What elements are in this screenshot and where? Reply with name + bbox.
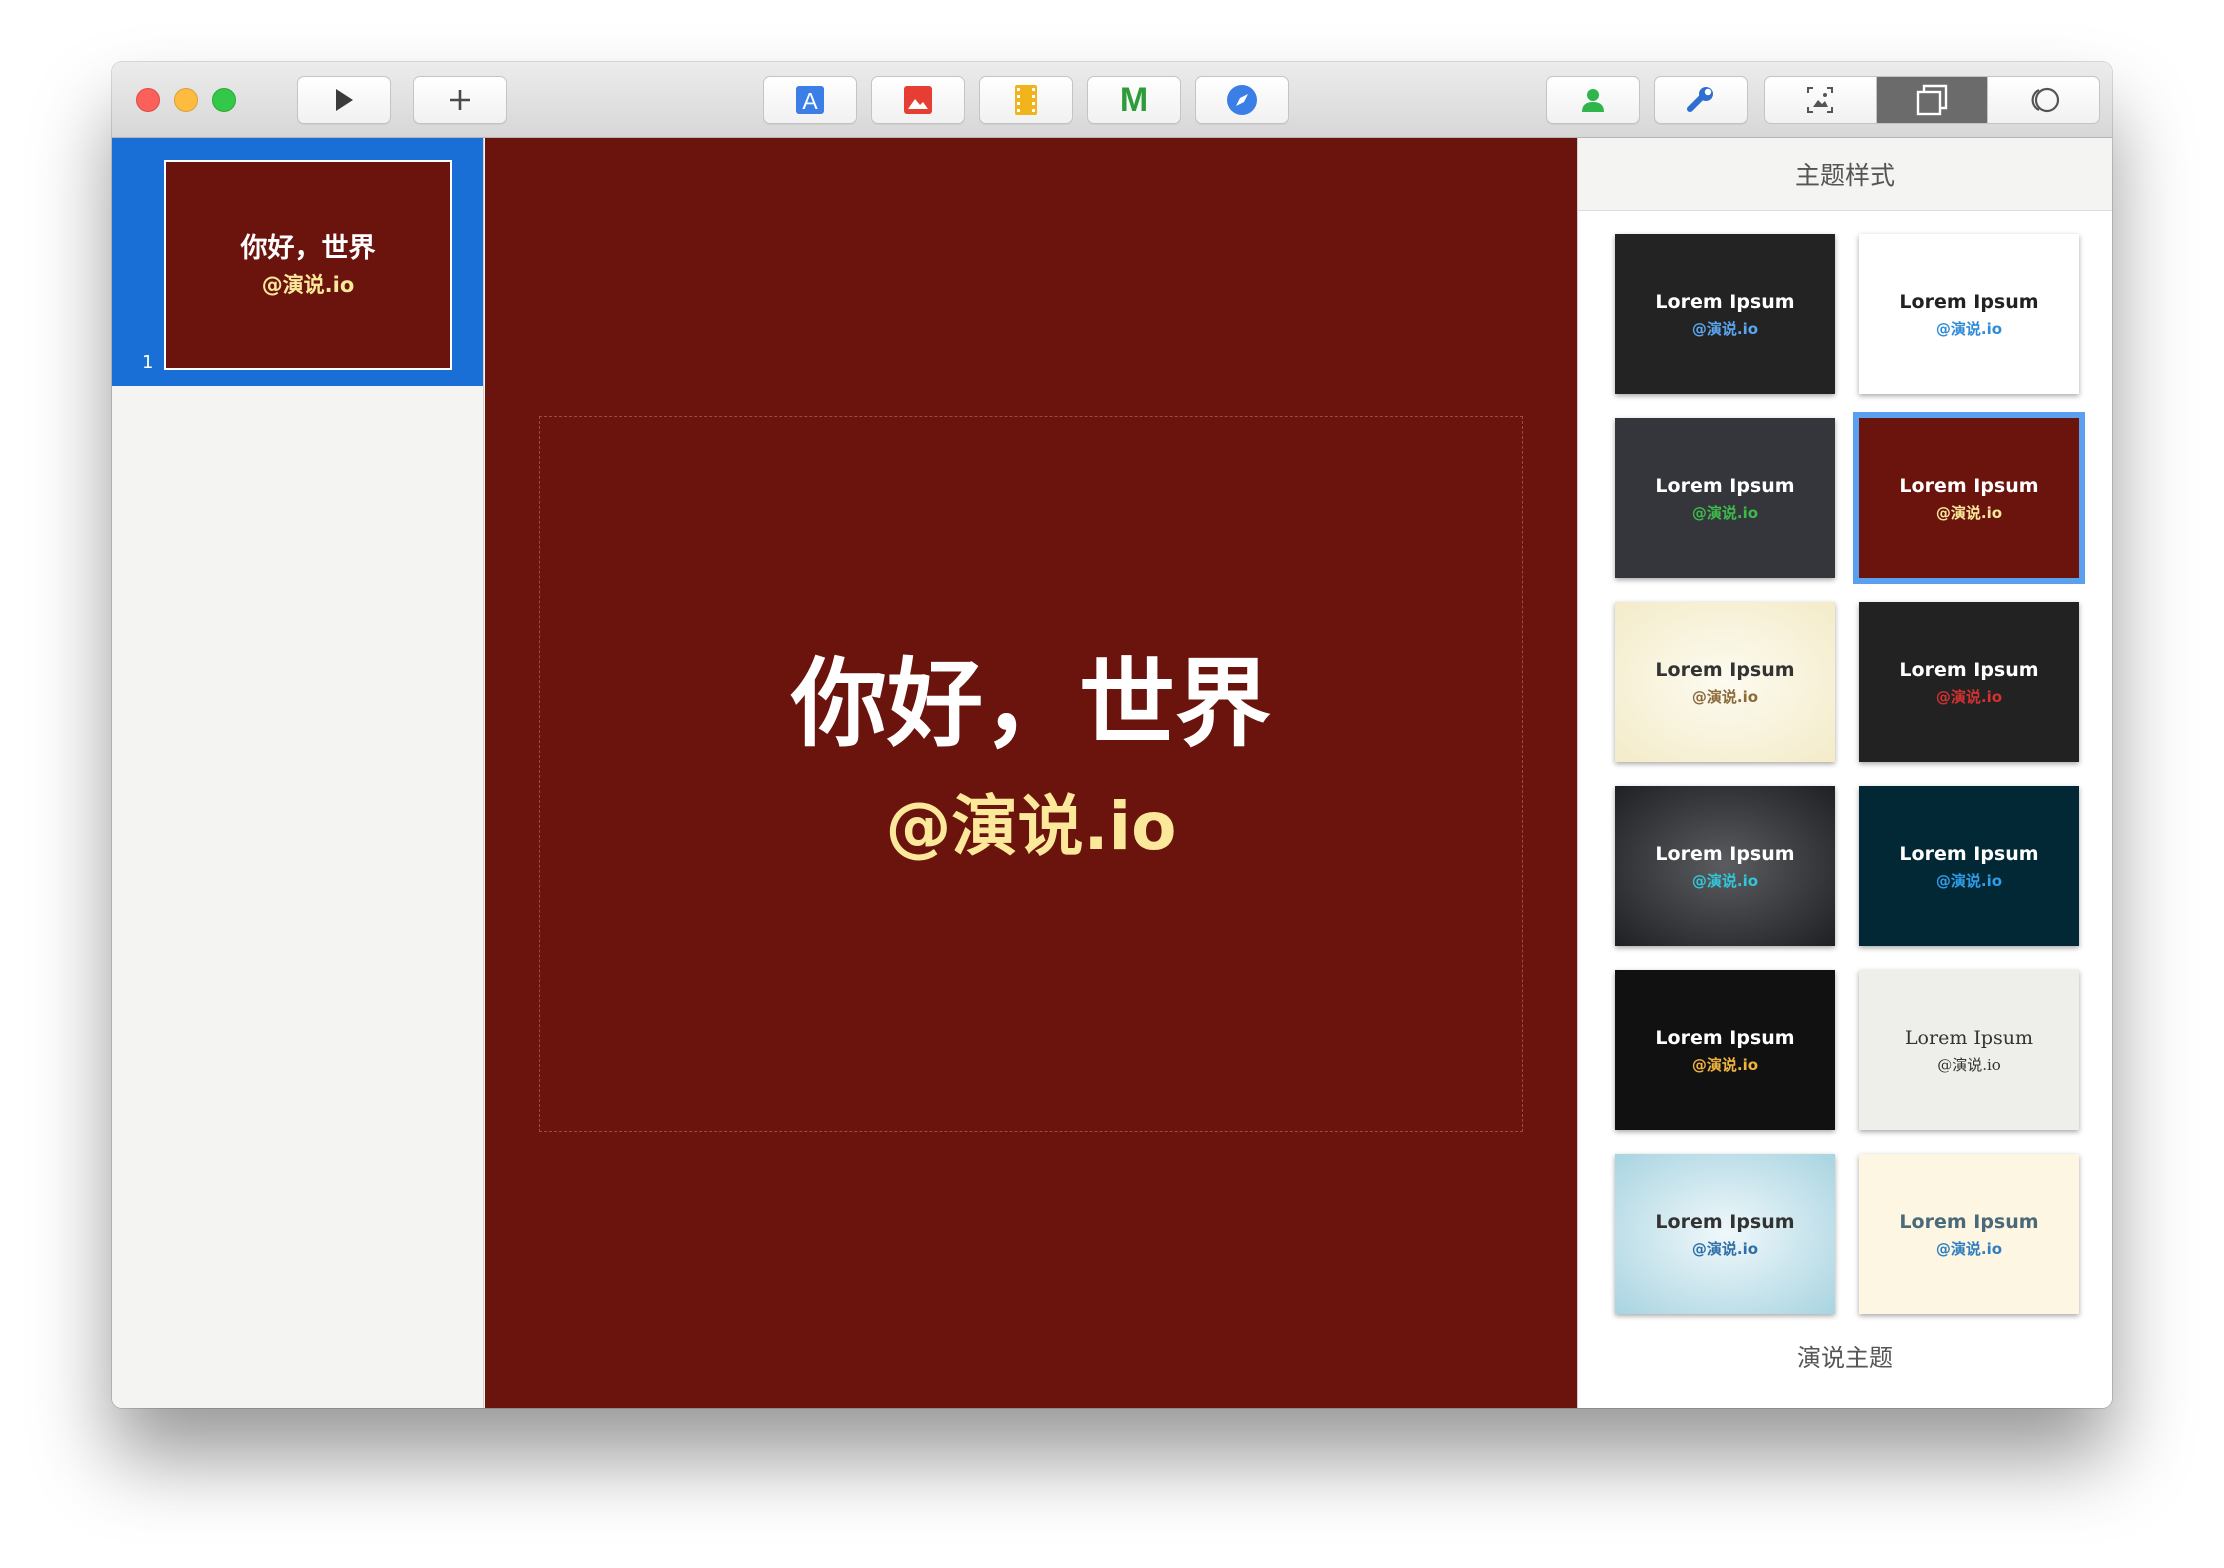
compass-icon <box>1227 85 1257 115</box>
preview-icon <box>1807 87 1834 113</box>
theme-option-subtitle: @演说.io <box>1691 504 1759 523</box>
play-button[interactable] <box>297 76 391 124</box>
theme-option-title: Lorem Ipsum <box>1655 1026 1795 1049</box>
panel-title: 主题样式 <box>1578 138 2112 211</box>
slide-list-item[interactable]: 1 你好，世界 @演说.io <box>112 138 483 386</box>
theme-option[interactable]: Lorem Ipsum @演说.io <box>1859 970 2079 1130</box>
theme-option[interactable]: Lorem Ipsum @演说.io <box>1615 1154 1835 1314</box>
toolbar: A M <box>112 62 2112 138</box>
view-switcher <box>1764 76 2100 124</box>
theme-option-subtitle: @演说.io <box>1691 872 1759 891</box>
text-icon-glyph: A <box>802 88 818 114</box>
theme-option[interactable]: Lorem Ipsum @演说.io <box>1859 602 2079 762</box>
text-icon: A <box>796 86 824 114</box>
slide-text-box[interactable]: 你好，世界 @演说.io <box>539 416 1523 1132</box>
app-window: A M 1 你好，世界 @演说.io 你好，世界 @演说.io 主题样式 Lor… <box>112 62 2112 1408</box>
slide-navigator: 1 你好，世界 @演说.io <box>112 138 484 1408</box>
theme-option-title: Lorem Ipsum <box>1655 658 1795 681</box>
account-button[interactable] <box>1546 76 1640 124</box>
theme-option-subtitle: @演说.io <box>1691 1056 1759 1075</box>
person-icon <box>1582 89 1604 112</box>
window-close-button[interactable] <box>136 88 160 112</box>
theme-option-subtitle: @演说.io <box>1691 320 1759 339</box>
add-slide-button[interactable] <box>413 76 507 124</box>
theme-option-subtitle: @演说.io <box>1691 688 1759 707</box>
theme-option-subtitle: @演说.io <box>1935 504 2003 523</box>
theme-option-title: Lorem Ipsum <box>1899 474 2039 497</box>
theme-option-subtitle: @演说.io <box>1935 1240 2003 1259</box>
theme-option[interactable]: Lorem Ipsum @演说.io <box>1859 1154 2079 1314</box>
wrench-icon <box>1687 87 1713 112</box>
view-preview-segment[interactable] <box>1765 77 1876 123</box>
theme-option[interactable]: Lorem Ipsum @演说.io <box>1615 418 1835 578</box>
theme-option[interactable]: Lorem Ipsum @演说.io <box>1859 786 2079 946</box>
theme-option[interactable]: Lorem Ipsum @演说.io <box>1853 412 2085 584</box>
view-theme-segment[interactable] <box>1987 77 2099 123</box>
theme-option[interactable]: Lorem Ipsum @演说.io <box>1615 970 1835 1130</box>
insert-web-button[interactable] <box>1195 76 1289 124</box>
slide-canvas: 你好，世界 @演说.io <box>485 138 1577 1408</box>
insert-video-button[interactable] <box>979 76 1073 124</box>
theme-option-title: Lorem Ipsum <box>1899 1210 2039 1233</box>
slide-thumbnail[interactable]: 你好，世界 @演说.io <box>164 160 452 370</box>
slide-thumbnail-title: 你好，世界 <box>240 233 376 265</box>
theme-option[interactable]: Lorem Ipsum @演说.io <box>1615 786 1835 946</box>
slide-thumbnail-subtitle: @演说.io <box>261 272 355 297</box>
theme-option-subtitle: @演说.io <box>1935 320 2003 339</box>
video-icon <box>1015 85 1037 115</box>
theme-option-title: Lorem Ipsum <box>1899 842 2039 865</box>
theme-option-title: Lorem Ipsum <box>1904 1026 2034 1049</box>
view-slides-segment[interactable] <box>1875 77 1988 123</box>
theme-option[interactable]: Lorem Ipsum @演说.io <box>1615 602 1835 762</box>
panel-footer-label: 演说主题 <box>1797 1344 1893 1372</box>
theme-option[interactable]: Lorem Ipsum @演说.io <box>1615 234 1835 394</box>
theme-option-subtitle: @演说.io <box>1935 688 2003 707</box>
insert-text-button[interactable]: A <box>763 76 857 124</box>
slide-subtitle[interactable]: @演说.io <box>885 773 1176 869</box>
theme-option-title: Lorem Ipsum <box>1899 658 2039 681</box>
theme-option-subtitle: @演说.io <box>1691 1240 1759 1259</box>
markdown-icon: M <box>1119 80 1149 119</box>
theme-option-title: Lorem Ipsum <box>1899 290 2039 313</box>
theme-option-title: Lorem Ipsum <box>1655 842 1795 865</box>
window-minimize-button[interactable] <box>174 88 198 112</box>
insert-markdown-button[interactable]: M <box>1087 76 1181 124</box>
window-zoom-button[interactable] <box>212 88 236 112</box>
slide-number: 1 <box>142 352 154 373</box>
slide-title[interactable]: 你好，世界 <box>791 648 1271 759</box>
theme-option-subtitle: @演说.io <box>1935 872 2003 891</box>
theme-panel: 主题样式 Lorem Ipsum @演说.io Lorem Ipsum @演说.io L… <box>1577 138 2112 1408</box>
image-icon <box>904 86 932 114</box>
theme-option-subtitle: @演说.io <box>1937 1056 2001 1075</box>
slides-icon <box>1916 84 1948 116</box>
theme-icon <box>2031 87 2059 113</box>
settings-button[interactable] <box>1654 76 1748 124</box>
play-icon <box>336 89 353 111</box>
plus-icon <box>450 90 470 110</box>
insert-image-button[interactable] <box>871 76 965 124</box>
theme-option[interactable]: Lorem Ipsum @演说.io <box>1859 234 2079 394</box>
theme-option-title: Lorem Ipsum <box>1655 290 1795 313</box>
theme-option-title: Lorem Ipsum <box>1655 474 1795 497</box>
theme-option-title: Lorem Ipsum <box>1655 1210 1795 1233</box>
